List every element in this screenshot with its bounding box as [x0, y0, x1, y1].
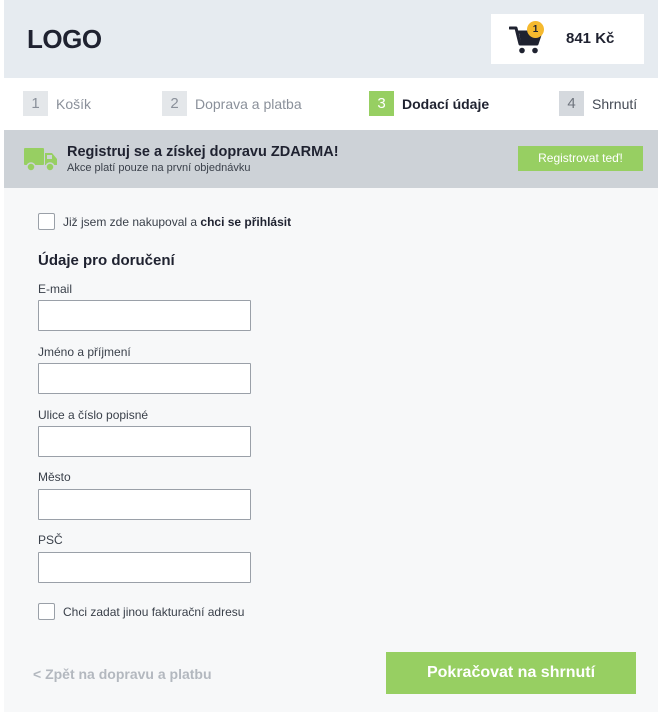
- step-number: 2: [162, 91, 187, 116]
- step-number: 4: [559, 91, 584, 116]
- city-label: Město: [38, 470, 71, 484]
- continue-to-summary-button[interactable]: Pokračovat na shrnutí: [386, 652, 636, 694]
- zip-label: PSČ: [38, 533, 63, 547]
- registration-promo-banner: Registruj se a získej dopravu ZDARMA! Ak…: [4, 130, 658, 188]
- step-label: Shrnutí: [592, 95, 638, 112]
- back-to-shipping-link[interactable]: < Zpět na dopravu a platbu: [33, 666, 212, 682]
- step-cart[interactable]: 1 Košík: [23, 91, 91, 116]
- checkout-page: LOGO 1 841 Kč 1 Košík 2 Doprava a platba…: [0, 0, 659, 712]
- login-link[interactable]: chci se přihlásit: [200, 215, 291, 229]
- promo-title: Registruj se a získej dopravu ZDARMA!: [67, 144, 339, 160]
- zip-field[interactable]: [38, 552, 251, 583]
- cart-summary[interactable]: 1 841 Kč: [491, 14, 644, 64]
- street-field[interactable]: [38, 426, 251, 457]
- delivery-form: Již jsem zde nakupoval a chci se přihlás…: [4, 188, 658, 712]
- city-field[interactable]: [38, 489, 251, 520]
- step-summary: 4 Shrnutí: [559, 91, 637, 116]
- cart-count-badge: 1: [527, 21, 544, 38]
- step-shipping-payment[interactable]: 2 Doprava a platba: [162, 91, 302, 116]
- section-title: Údaje pro doručení: [38, 252, 175, 269]
- name-label: Jméno a příjmení: [38, 345, 131, 359]
- register-now-button[interactable]: Registrovat teď!: [518, 146, 643, 171]
- step-delivery-details: 3 Dodací údaje: [369, 91, 489, 116]
- billing-address-checkbox[interactable]: [38, 603, 55, 620]
- login-checkbox-label[interactable]: Již jsem zde nakupoval a chci se přihlás…: [63, 215, 291, 229]
- logo[interactable]: LOGO: [27, 24, 102, 55]
- billing-address-label[interactable]: Chci zadat jinou fakturační adresu: [63, 605, 244, 619]
- cart-total: 841 Kč: [566, 30, 615, 47]
- name-field[interactable]: [38, 363, 251, 394]
- truck-icon: [24, 148, 57, 172]
- login-checkbox-text: Již jsem zde nakupoval a: [63, 215, 201, 229]
- promo-subtitle: Akce platí pouze na první objednávku: [67, 162, 251, 174]
- step-number: 3: [369, 91, 394, 116]
- login-checkbox[interactable]: [38, 213, 55, 230]
- email-label: E-mail: [38, 282, 73, 296]
- header: LOGO 1 841 Kč: [4, 0, 658, 78]
- step-number: 1: [23, 91, 48, 116]
- step-label: Doprava a platba: [195, 95, 302, 112]
- checkout-steps: 1 Košík 2 Doprava a platba 3 Dodací údaj…: [0, 78, 659, 130]
- step-label: Dodací údaje: [402, 95, 490, 112]
- step-label: Košík: [56, 95, 92, 112]
- street-label: Ulice a číslo popisné: [38, 408, 149, 422]
- email-field[interactable]: [38, 300, 251, 331]
